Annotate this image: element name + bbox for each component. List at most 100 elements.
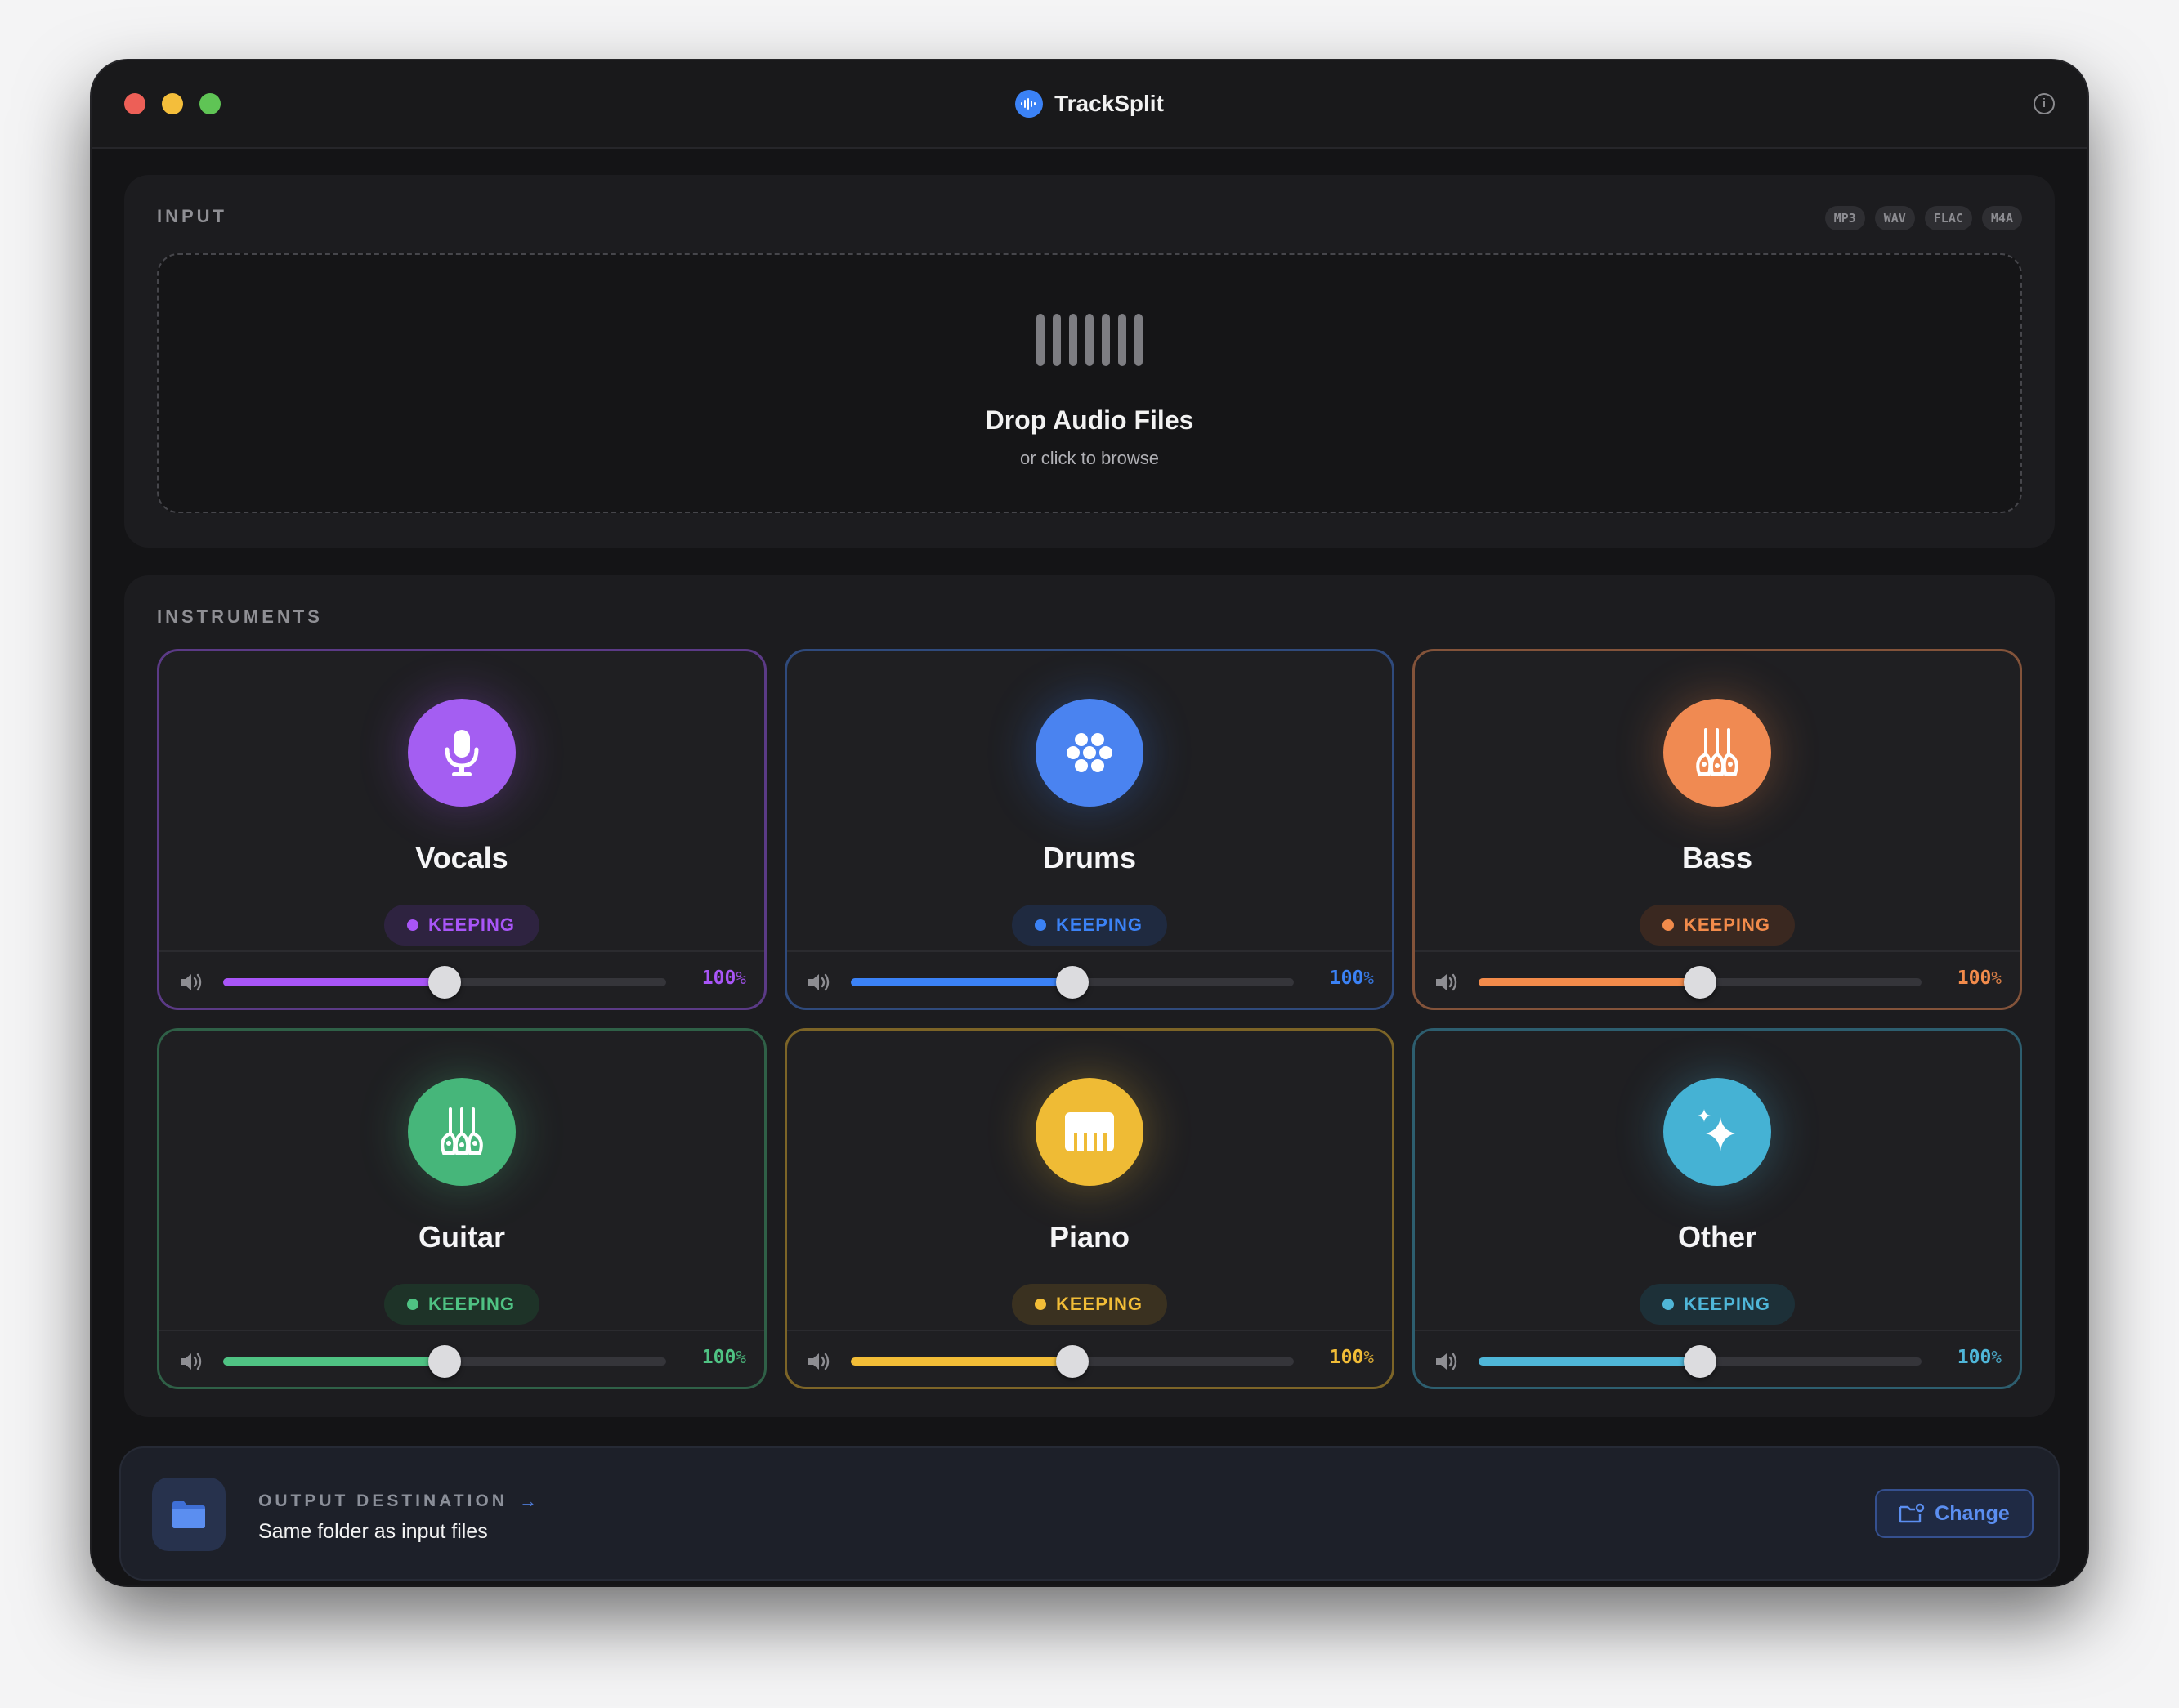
volume-percent: 100% [1958,968,2002,989]
piano-keys-icon [1036,1078,1143,1186]
volume-row: 100% [787,1330,1392,1387]
volume-row: 100% [159,1330,764,1387]
guitars-icon [408,1078,516,1186]
volume-slider-thumb[interactable] [428,1345,461,1378]
speaker-icon[interactable] [1434,971,1459,994]
volume-slider[interactable] [223,966,666,999]
keep-status-toggle[interactable]: KEEPING [1011,905,1168,946]
status-dot [1662,1299,1674,1310]
instrument-card-drums[interactable]: Drums KEEPING 100% [785,649,1394,1010]
drop-title: Drop Audio Files [985,405,1194,435]
volume-slider-fill [851,978,1072,986]
keep-status-toggle[interactable]: KEEPING [1639,905,1796,946]
instrument-card-other[interactable]: Other KEEPING 100% [1412,1028,2022,1389]
volume-value: 100 [1329,968,1364,989]
drop-subtitle: or click to browse [1020,448,1159,468]
volume-row: 100% [787,950,1392,1008]
app-title: TrackSplit [1054,91,1164,116]
status-dot [1034,919,1046,931]
volume-row: 100% [1415,950,2020,1008]
status-label: KEEPING [427,914,516,935]
status-label: KEEPING [1055,914,1143,935]
folder-icon [152,1478,226,1551]
instruments-panel: INSTRUMENTS Vocals KEEPING 100% Drums KEEPIN… [124,575,2055,1417]
volume-percent: 100% [702,1347,746,1368]
volume-slider[interactable] [1479,966,1922,999]
volume-value: 100 [1957,1347,1992,1368]
speaker-icon[interactable] [179,1350,204,1373]
instrument-card-piano[interactable]: Piano KEEPING 100% [785,1028,1394,1389]
volume-slider-thumb[interactable] [1056,1345,1089,1378]
volume-slider[interactable] [851,966,1294,999]
drop-zone[interactable]: Drop Audio Files or click to browse [157,253,2022,513]
instrument-name: Drums [1042,841,1137,874]
speaker-icon[interactable] [179,971,204,994]
instrument-name: Other [1677,1220,1756,1254]
status-dot [406,1299,418,1310]
instrument-card-guitar[interactable]: Guitar KEEPING 100% [157,1028,767,1389]
volume-slider-thumb[interactable] [1056,966,1089,999]
volume-slider-thumb[interactable] [428,966,461,999]
speaker-icon[interactable] [1434,1350,1459,1373]
change-button-label: Change [1935,1501,2010,1525]
status-dot [406,919,418,931]
volume-unit: % [736,1348,746,1367]
volume-slider-thumb[interactable] [1684,1345,1716,1378]
volume-percent: 100% [702,968,746,989]
instrument-name: Guitar [418,1220,505,1254]
instrument-name: Piano [1049,1220,1130,1254]
keep-status-toggle[interactable]: KEEPING [1011,1284,1168,1325]
sparkles-icon [1663,1078,1771,1186]
volume-percent: 100% [1330,1347,1374,1368]
volume-slider[interactable] [223,1345,666,1378]
speaker-icon[interactable] [807,971,831,994]
keep-status-toggle[interactable]: KEEPING [383,1284,540,1325]
volume-slider-thumb[interactable] [1684,966,1716,999]
instruments-section-label: INSTRUMENTS [157,606,323,627]
guitars-icon [1663,699,1771,807]
info-icon[interactable]: i [2034,93,2055,114]
volume-value: 100 [1329,1347,1364,1368]
volume-row: 100% [1415,1330,2020,1387]
keep-status-toggle[interactable]: KEEPING [1639,1284,1796,1325]
output-label-text: OUTPUT DESTINATION [258,1491,508,1510]
volume-value: 100 [1957,968,1992,989]
volume-slider-fill [1479,978,1700,986]
supported-formats: MP3 WAV FLAC M4A [1824,206,2022,230]
status-label: KEEPING [427,1294,516,1314]
status-dot [1662,919,1674,931]
output-label: OUTPUT DESTINATION → [258,1491,537,1512]
volume-unit: % [736,968,746,988]
volume-value: 100 [701,968,736,989]
status-label: KEEPING [1683,914,1771,935]
volume-slider-fill [223,978,445,986]
status-dot [1034,1299,1046,1310]
status-label: KEEPING [1055,1294,1143,1314]
instrument-card-vocals[interactable]: Vocals KEEPING 100% [157,649,767,1010]
volume-slider-fill [223,1357,445,1366]
speaker-icon[interactable] [807,1350,831,1373]
format-badge: FLAC [1924,206,1972,230]
format-badge: MP3 [1824,206,1865,230]
waveform-icon [1015,90,1044,118]
volume-row: 100% [159,950,764,1008]
window-title: TrackSplit [92,60,2087,147]
input-panel: INPUT MP3 WAV FLAC M4A Drop Audio Files … [124,175,2055,548]
volume-slider-fill [851,1357,1072,1366]
output-path: Same folder as input files [258,1520,488,1543]
title-bar: TrackSplit i [92,60,2087,149]
volume-unit: % [1363,968,1374,988]
input-section-label: INPUT [157,206,227,226]
waveform-bars-icon [1036,314,1143,366]
instrument-card-bass[interactable]: Bass KEEPING 100% [1412,649,2022,1010]
change-output-button[interactable]: Change [1875,1489,2034,1538]
instrument-name: Vocals [415,841,508,874]
volume-slider[interactable] [851,1345,1294,1378]
volume-slider[interactable] [1479,1345,1922,1378]
instrument-name: Bass [1681,841,1753,874]
volume-percent: 100% [1958,1347,2002,1368]
volume-unit: % [1363,1348,1374,1367]
volume-percent: 100% [1330,968,1374,989]
keep-status-toggle[interactable]: KEEPING [383,905,540,946]
status-label: KEEPING [1683,1294,1771,1314]
